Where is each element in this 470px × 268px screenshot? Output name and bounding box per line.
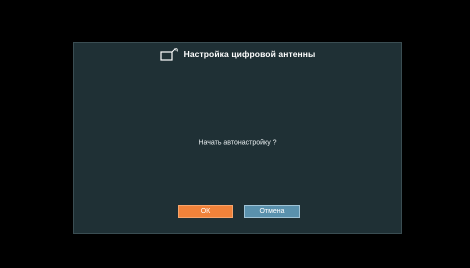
tv-screen: Настройка цифровой антенны Начать автона…: [0, 0, 470, 268]
antenna-setup-dialog: Настройка цифровой антенны Начать автона…: [73, 42, 402, 234]
dialog-message: Начать автонастройку ?: [198, 139, 277, 147]
cancel-button[interactable]: Отмена: [244, 205, 300, 218]
dialog-header: Настройка цифровой антенны: [74, 43, 401, 65]
dialog-buttons: ОК Отмена: [74, 205, 401, 219]
ok-button[interactable]: ОК: [178, 205, 233, 218]
dialog-title: Настройка цифровой антенны: [183, 49, 316, 59]
tv-antenna-icon: [160, 47, 178, 62]
